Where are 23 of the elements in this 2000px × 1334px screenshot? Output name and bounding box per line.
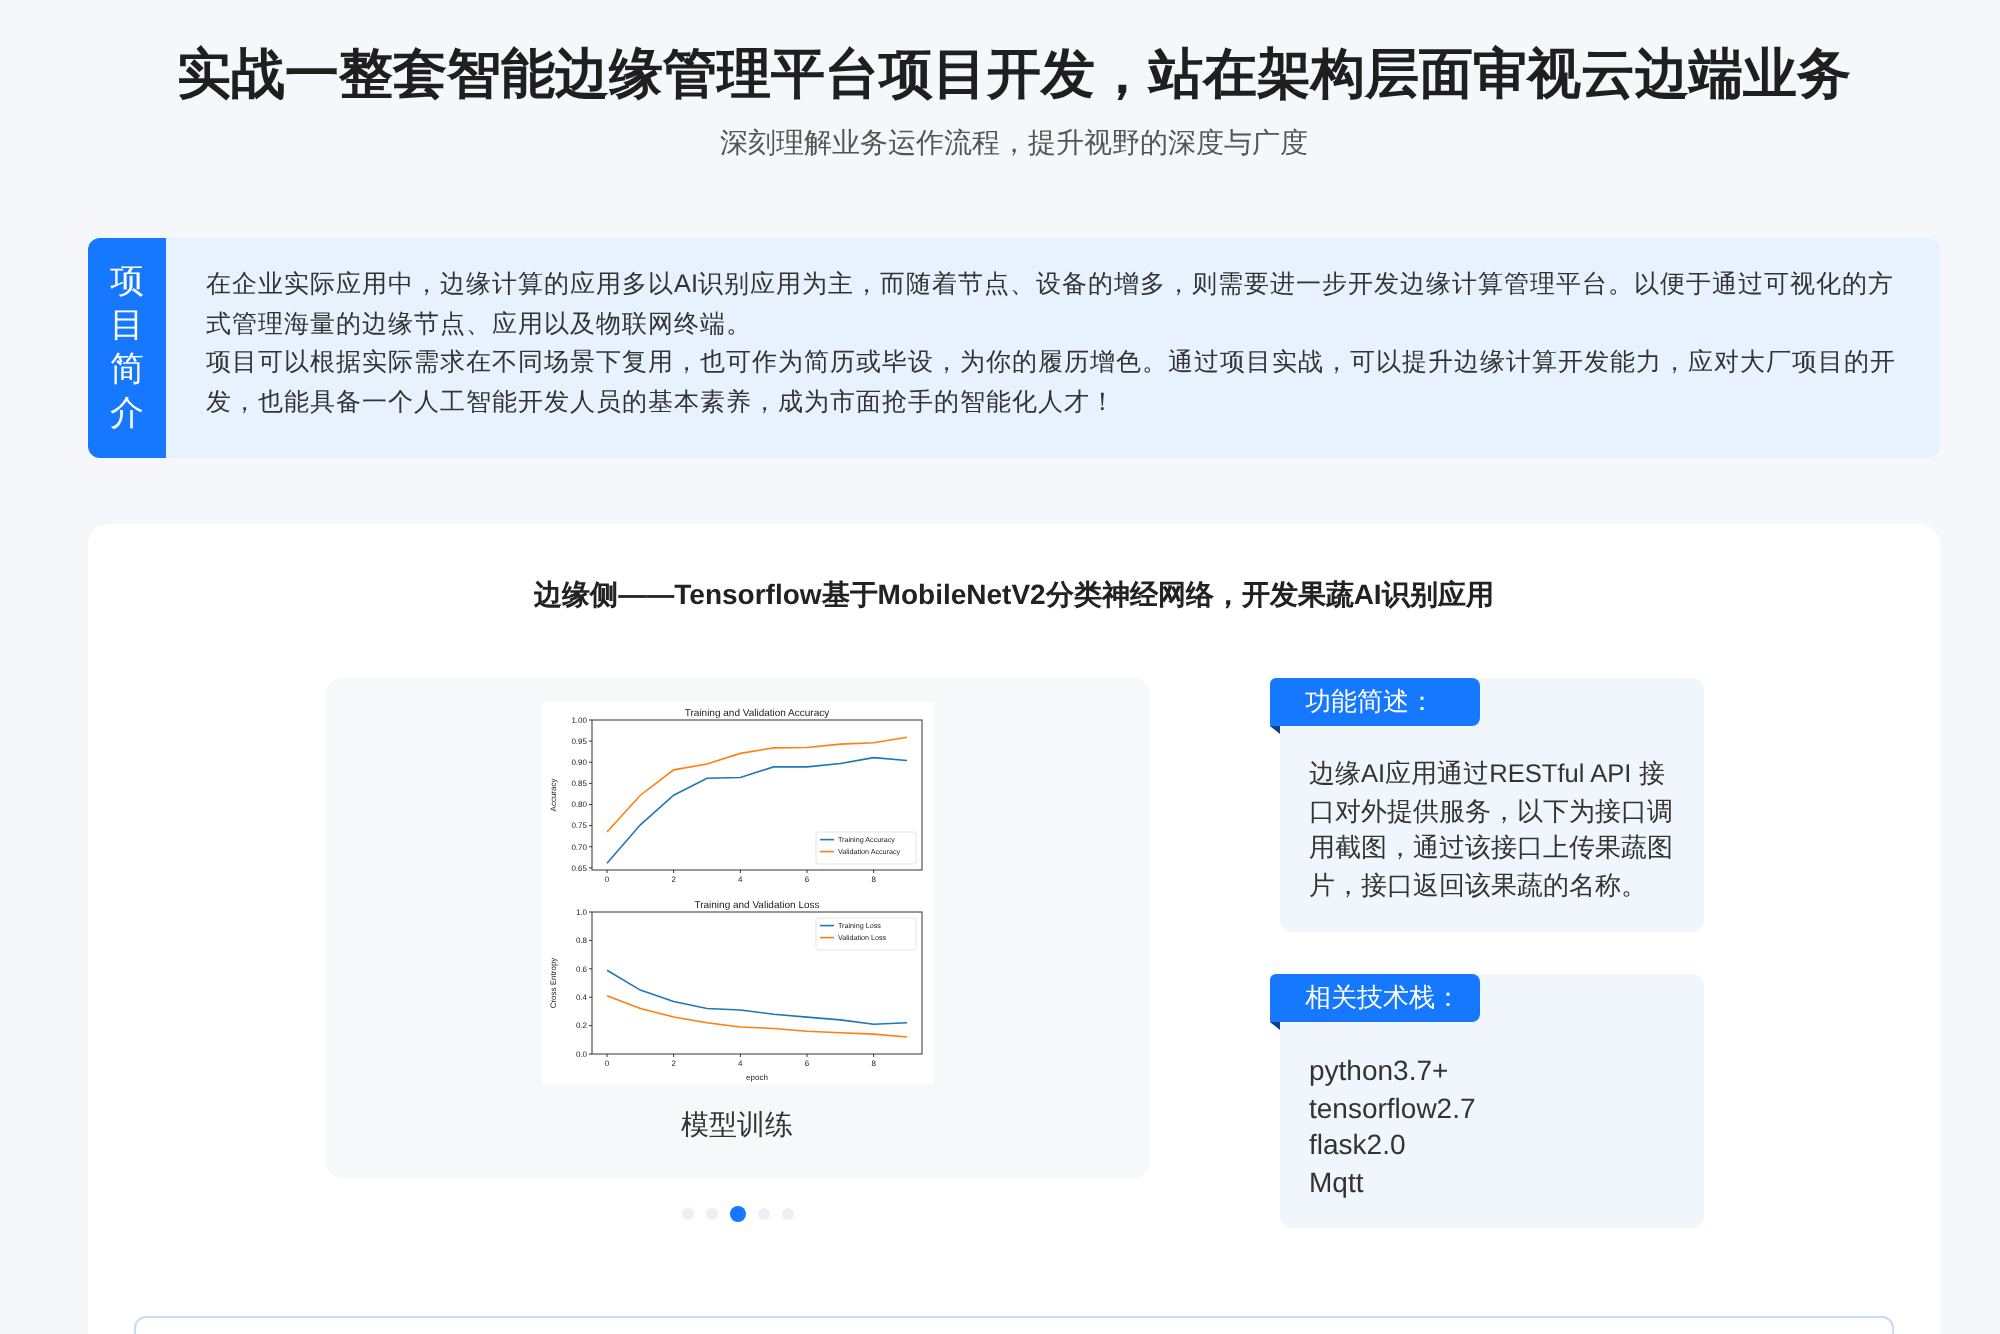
- legend-box: [814, 917, 916, 951]
- tech-stack-item: python3.7+: [1309, 1052, 1451, 1089]
- legend-line-icon: [818, 850, 834, 853]
- tech-stack-item: flask2.0: [1309, 1126, 1408, 1163]
- panel-text: 边缘AI应用通过RESTful API 接口对外提供服务，以下为接口调用截图，通过该接口上传果蔬图片，接口返回该果蔬的名称。: [1309, 756, 1675, 903]
- legend-box: [814, 831, 916, 865]
- legend-line-icon: [818, 924, 834, 927]
- panel-label: 相关技术栈：: [1269, 974, 1479, 1022]
- panel-label: 功能简述：: [1269, 678, 1479, 726]
- ribbon-fold-icon: [1269, 1022, 1279, 1030]
- intro-paragraph: 项目可以根据实际需求在不同场景下复用，也可作为简历或毕设，为你的履历增色。通过项目实战，可以提升边缘计算开发能力，应对大厂项目的开发，也能具备一个人工智能开发人员的基本素养，成为市面抢手的智能化人才！: [206, 346, 1898, 419]
- legend-line-icon: [818, 936, 834, 939]
- page-subtitle: 深刻理解业务运作流程，提升视野的深度与广度: [718, 124, 1310, 162]
- section-title: 边缘侧——Tensorflow基于MobileNetV2分类神经网络，开发果蔬AI识别应用: [532, 576, 1496, 614]
- tech-stack-item: tensorflow2.7: [1309, 1089, 1478, 1126]
- legend-line-icon: [818, 838, 834, 841]
- carousel-dot[interactable]: [729, 1206, 745, 1222]
- page-title: 实战一整套智能边缘管理平台项目开发，站在架构层面审视云边端业务: [175, 42, 1853, 108]
- intro-label: 项目简介: [88, 238, 166, 458]
- tech-stack-item: Mqtt: [1309, 1163, 1366, 1200]
- intro-paragraph: 在企业实际应用中，边缘计算的应用多以AI识别应用为主，而随着节点、设备的增多，则需要进一步开发边缘计算管理平台。以便于通过可视化的方式管理海量的边缘节点、应用以及物联网终端。: [206, 268, 1896, 341]
- slide-caption: 模型训练: [681, 1106, 793, 1144]
- ribbon-fold-icon: [1269, 726, 1279, 734]
